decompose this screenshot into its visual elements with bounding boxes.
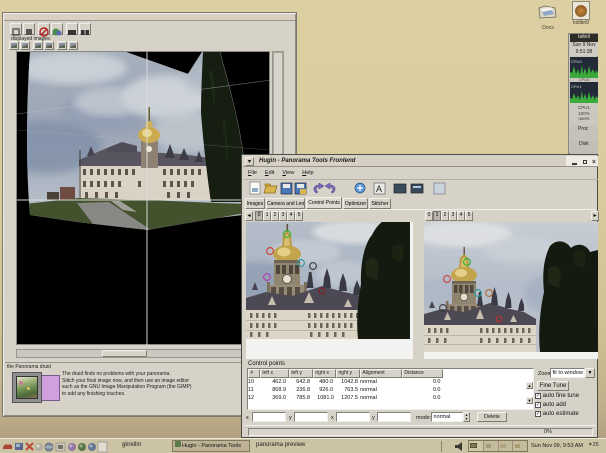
svg-text:CPU1: CPU1 <box>571 84 582 89</box>
svg-text:CPU0: CPU0 <box>571 59 582 64</box>
svg-text:A: A <box>376 184 382 194</box>
